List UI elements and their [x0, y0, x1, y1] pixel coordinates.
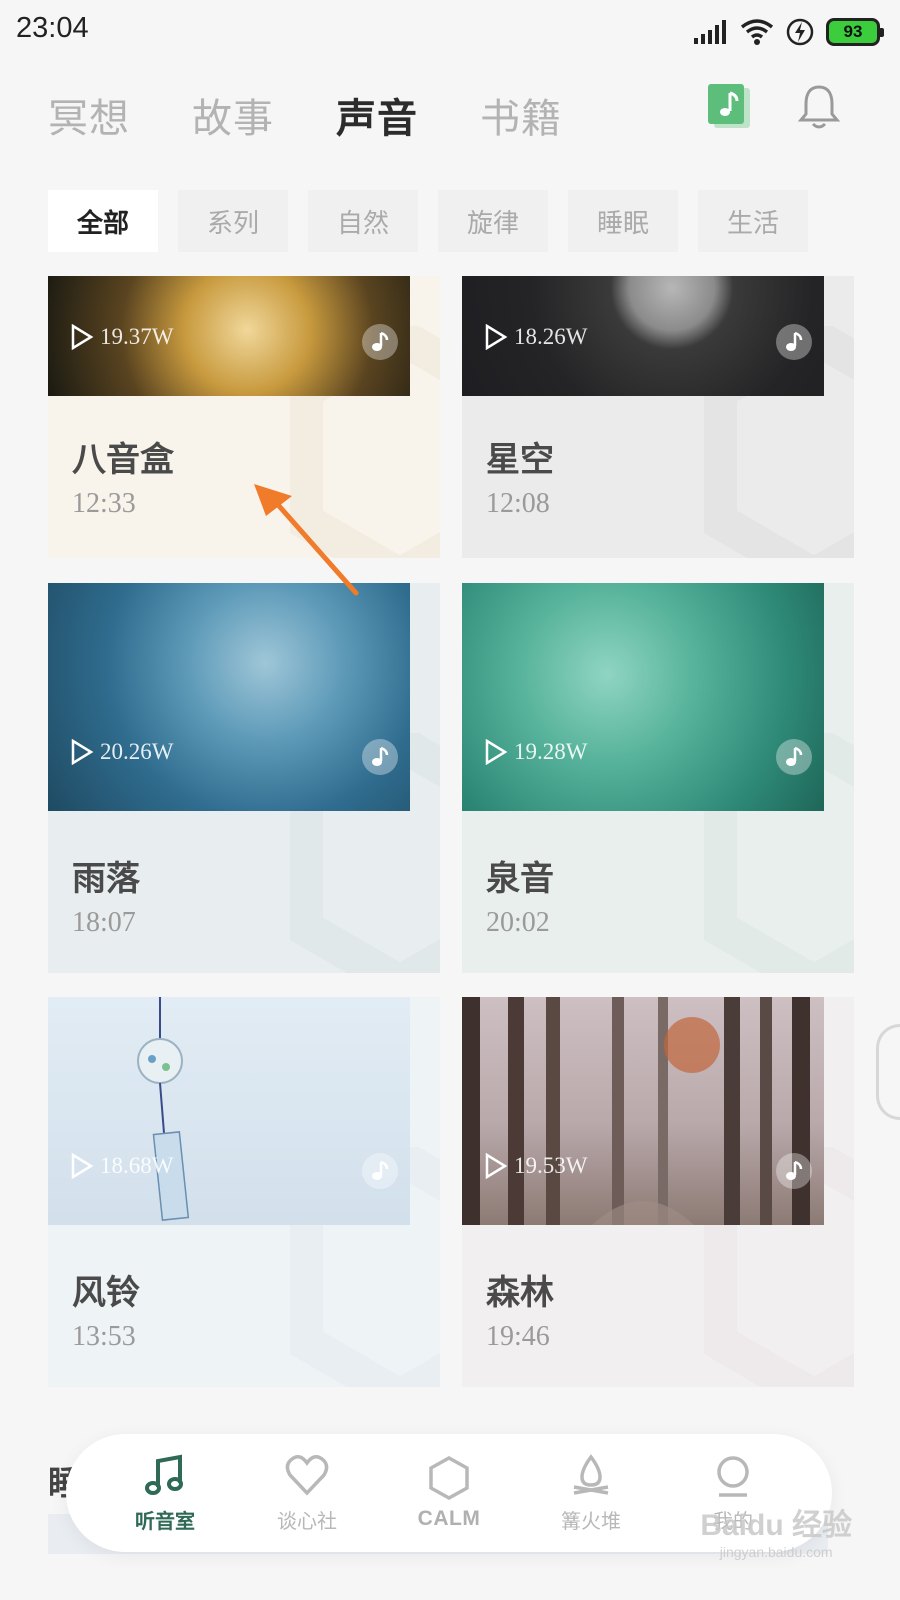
- play-count-value: 19.28W: [514, 739, 588, 764]
- card-duration: 12:08: [486, 488, 550, 519]
- play-icon: [71, 1153, 94, 1179]
- music-note-icon: [786, 1160, 803, 1180]
- app-screen: 23:04 93 冥想 故事 声音 书籍 全部 系列 自然 旋律 睡眠 生活 1…: [0, 0, 900, 1600]
- filter-melody[interactable]: 旋律: [438, 190, 548, 252]
- status-icons: 93: [694, 14, 884, 50]
- card-duration: 19:46: [486, 1321, 550, 1352]
- nav-campfire[interactable]: 篝火堆: [536, 1453, 646, 1534]
- music-note-icon: [372, 331, 389, 351]
- card-duration: 20:02: [486, 907, 550, 938]
- filter-sleep[interactable]: 睡眠: [568, 190, 678, 252]
- watermark-url: jingyan.baidu.com: [719, 1544, 833, 1560]
- card-duration: 18:07: [72, 907, 136, 938]
- card-title: 八音盒: [72, 440, 174, 480]
- watermark-main: Baidu 经验: [700, 1509, 852, 1542]
- card-title: 星空: [486, 440, 554, 480]
- play-icon: [485, 739, 508, 765]
- card-image: 19.28W: [462, 583, 824, 811]
- forest-illustration: [462, 997, 810, 1225]
- play-count-value: 18.68W: [100, 1153, 174, 1178]
- play-count: 20.26W: [70, 739, 173, 765]
- filter-life[interactable]: 生活: [698, 190, 808, 252]
- music-badge: [362, 739, 398, 775]
- music-badge: [776, 324, 812, 360]
- music-badge: [362, 1153, 398, 1189]
- play-count: 18.26W: [484, 324, 587, 350]
- play-icon: [71, 739, 94, 765]
- card-title: 雨落: [72, 859, 140, 899]
- status-bar: 23:04 93: [0, 0, 900, 62]
- play-count: 19.53W: [484, 1153, 587, 1179]
- card-duration: 13:53: [72, 1321, 136, 1352]
- card-image: 18.68W: [48, 997, 410, 1225]
- filter-all[interactable]: 全部: [48, 190, 158, 252]
- music-note-icon: [786, 331, 803, 351]
- profile-icon: [717, 1455, 749, 1497]
- music-note-icon: [786, 746, 803, 766]
- card-duration: 12:33: [72, 488, 136, 519]
- music-note-icon: [708, 84, 750, 128]
- side-drawer-handle[interactable]: [876, 1024, 900, 1120]
- playlist-button[interactable]: [708, 84, 752, 134]
- sound-card-music-box[interactable]: 19.37W 八音盒 12:33: [48, 276, 440, 558]
- filter-chips: 全部 系列 自然 旋律 睡眠 生活: [48, 190, 828, 252]
- card-image: 18.26W: [462, 276, 824, 396]
- music-note-icon: [145, 1454, 183, 1495]
- play-icon: [71, 324, 94, 350]
- play-count: 19.28W: [484, 739, 587, 765]
- bell-icon: [797, 85, 841, 129]
- play-count-value: 19.53W: [514, 1153, 588, 1178]
- sound-card-starry-sky[interactable]: 18.26W 星空 12:08: [462, 276, 854, 558]
- hexagon-icon: [429, 1455, 469, 1501]
- play-count-value: 18.26W: [514, 324, 588, 349]
- sound-card-forest[interactable]: 19.53W 森林 19:46: [462, 997, 854, 1387]
- top-actions: [708, 84, 841, 134]
- sound-card-rain[interactable]: 20.26W 雨落 18:07: [48, 583, 440, 973]
- tab-books[interactable]: 书籍: [480, 86, 562, 144]
- card-image: 19.53W: [462, 997, 824, 1225]
- nav-label: 谈心社: [277, 1508, 337, 1533]
- music-badge: [776, 739, 812, 775]
- battery-indicator: 93: [826, 18, 884, 46]
- wifi-icon: [740, 19, 774, 45]
- status-time: 23:04: [16, 12, 89, 44]
- play-icon: [485, 1153, 508, 1179]
- card-title: 森林: [486, 1273, 554, 1313]
- card-image: 20.26W: [48, 583, 410, 811]
- watermark: Baidu 经验 jingyan.baidu.com: [700, 1500, 852, 1560]
- tab-meditation[interactable]: 冥想: [48, 86, 130, 144]
- nav-label: CALM: [417, 1507, 481, 1530]
- card-title: 泉音: [486, 859, 554, 899]
- campfire-icon: [573, 1453, 609, 1495]
- play-icon: [485, 324, 508, 350]
- tab-sounds[interactable]: 声音: [336, 86, 418, 144]
- top-tabs: 冥想 故事 声音 书籍: [48, 86, 624, 144]
- nav-label: 篝火堆: [561, 1508, 621, 1533]
- wind-chime-illustration: [137, 997, 190, 1221]
- music-note-icon: [372, 1160, 389, 1180]
- nav-calm[interactable]: CALM: [394, 1455, 504, 1531]
- card-image: 19.37W: [48, 276, 410, 396]
- nav-listening-room[interactable]: 听音室: [110, 1453, 220, 1534]
- music-note-icon: [372, 746, 389, 766]
- sound-card-wind-chime[interactable]: 18.68W 风铃 13:53: [48, 997, 440, 1387]
- card-title: 风铃: [72, 1273, 140, 1313]
- filter-nature[interactable]: 自然: [308, 190, 418, 252]
- signal-icon: [694, 20, 726, 44]
- heart-icon: [285, 1454, 329, 1496]
- nav-talk-club[interactable]: 谈心社: [252, 1453, 362, 1534]
- music-badge: [776, 1153, 812, 1189]
- sound-card-spring[interactable]: 19.28W 泉音 20:02: [462, 583, 854, 973]
- nav-label: 听音室: [135, 1508, 195, 1533]
- play-count-value: 19.37W: [100, 324, 174, 349]
- play-count: 19.37W: [70, 324, 173, 350]
- charging-icon: [786, 18, 814, 46]
- play-count-value: 20.26W: [100, 739, 174, 764]
- music-badge: [362, 324, 398, 360]
- notification-button[interactable]: [797, 84, 841, 134]
- filter-series[interactable]: 系列: [178, 190, 288, 252]
- tab-stories[interactable]: 故事: [192, 86, 274, 144]
- play-count: 18.68W: [70, 1153, 173, 1179]
